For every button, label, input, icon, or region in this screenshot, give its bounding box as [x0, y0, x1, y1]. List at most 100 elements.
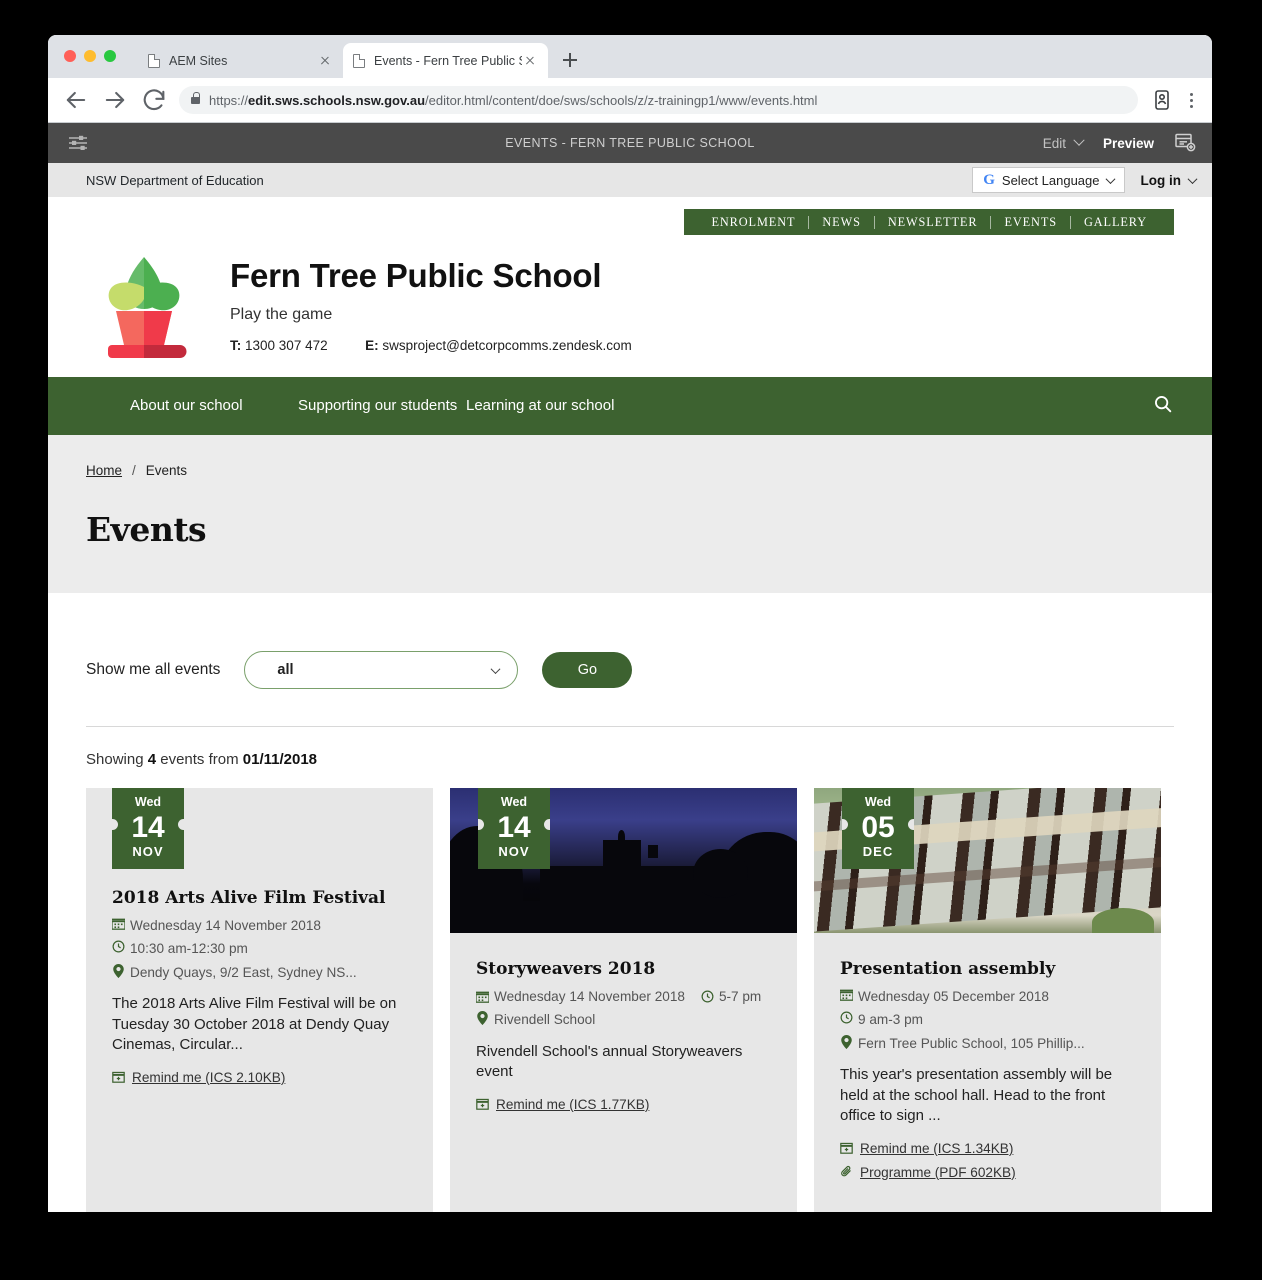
new-tab-button[interactable] [556, 46, 584, 74]
nav-supporting-our-students[interactable]: Supporting our students [298, 397, 466, 414]
nav-learning-at-our-school[interactable]: Learning at our school [466, 397, 634, 414]
profile-icon[interactable] [1150, 88, 1174, 112]
util-nav-enrolment[interactable]: ENROLMENT [698, 215, 808, 230]
results-count: 4 [147, 751, 157, 768]
util-nav-events[interactable]: EVENTS [991, 215, 1070, 230]
language-selector[interactable]: G Select Language [972, 167, 1125, 193]
back-arrow-icon[interactable] [62, 86, 90, 114]
event-title[interactable]: 2018 Arts Alive Film Festival [112, 888, 407, 908]
login-menu[interactable]: Log in [1141, 173, 1198, 188]
event-attachment[interactable]: Remind me (ICS 2.10KB) [112, 1070, 407, 1085]
go-button[interactable]: Go [542, 652, 633, 688]
event-card-body: Storyweavers 2018 Wednesday 14 November … [450, 933, 797, 1136]
school-contact: T: 1300 307 472 E: swsproject@detcorpcom… [230, 338, 632, 353]
badge-notch [178, 819, 184, 830]
event-card[interactable]: Wed 14 NOV Storyweavers 2018 Wednesday 1… [450, 788, 797, 1212]
event-attachment[interactable]: Programme (PDF 602KB) [840, 1165, 1135, 1180]
event-description: Rivendell School's annual Storyweavers e… [476, 1042, 743, 1081]
lock-icon [191, 92, 201, 104]
aem-edit-mode-selector[interactable]: Edit [1042, 134, 1085, 151]
event-time: 9 am-3 pm [858, 1012, 923, 1028]
results-prefix: Showing [86, 751, 144, 768]
search-icon[interactable] [1152, 393, 1174, 420]
forward-arrow-icon[interactable] [101, 86, 129, 114]
events-list: Wed 14 NOV 2018 Arts Alive Film Festival… [86, 788, 1174, 1212]
page-title: Events [86, 510, 207, 549]
department-name: NSW Department of Education [86, 172, 264, 188]
clock-icon [840, 1011, 853, 1025]
address-bar[interactable]: https://edit.sws.schools.nsw.gov.au/edit… [179, 86, 1138, 114]
event-type-select[interactable]: all [244, 651, 519, 689]
event-date-badge: Wed 14 NOV [478, 788, 550, 869]
event-time-group: 5-7 pm [701, 988, 761, 1006]
event-time: 5-7 pm [718, 989, 762, 1004]
nav-about-our-school[interactable]: About our school [130, 397, 298, 414]
clock-icon [112, 940, 125, 954]
aem-page-title: EVENTS - FERN TREE PUBLIC SCHOOL [505, 136, 755, 150]
event-title[interactable]: Presentation assembly [840, 959, 1135, 979]
event-image: Wed 14 NOV [450, 788, 797, 933]
aem-sidebar-toggle[interactable] [48, 134, 108, 152]
calendar-add-icon [476, 1097, 489, 1111]
school-tagline: Play the game [230, 306, 333, 323]
results-summary: Showing 4 events from 01/11/2018 [86, 727, 1174, 788]
utility-nav: ENROLMENT NEWS NEWSLETTER EVENTS GALLERY [684, 209, 1174, 235]
calendar-icon [476, 990, 489, 1004]
window-controls[interactable] [64, 50, 116, 62]
results-date: 01/11/2018 [242, 751, 318, 768]
maximize-window-button[interactable] [104, 50, 116, 62]
breadcrumb-current: Events [145, 463, 188, 478]
aem-toolbar-actions: Edit Preview [1043, 132, 1212, 155]
event-time: 10:30 am-12:30 pm [130, 941, 248, 957]
browser-tab-events[interactable]: Events - Fern Tree Public Scho [343, 43, 548, 78]
util-nav-gallery[interactable]: GALLERY [1071, 215, 1160, 230]
minimize-window-button[interactable] [84, 50, 96, 62]
badge-day: 05 [861, 811, 895, 844]
event-card-body: Presentation assembly Wednesday 05 Decem… [814, 933, 1161, 1204]
event-title[interactable]: Storyweavers 2018 [476, 959, 771, 979]
event-card[interactable]: Wed 05 DEC Presentation assembly Wednesd… [814, 788, 1161, 1212]
page-icon [353, 53, 365, 68]
attachment-link[interactable]: Remind me (ICS 1.77KB) [496, 1097, 649, 1112]
url-domain: edit.sws.schools.nsw.gov.au [248, 92, 426, 108]
event-date-badge: Wed 05 DEC [842, 788, 914, 869]
close-tab-icon[interactable] [317, 53, 333, 69]
util-nav-news[interactable]: NEWS [809, 215, 873, 230]
kebab-menu-icon[interactable] [1180, 92, 1202, 108]
event-attachment[interactable]: Remind me (ICS 1.34KB) [840, 1141, 1135, 1156]
event-card[interactable]: Wed 14 NOV 2018 Arts Alive Film Festival… [86, 788, 433, 1212]
phone-label: T: [230, 338, 242, 353]
event-location-row: Fern Tree Public School, 105 Phillip... [840, 1034, 1135, 1053]
site-branding: Fern Tree Public School Play the game T:… [48, 245, 1212, 377]
chevron-down-icon [490, 663, 501, 674]
map-pin-icon [112, 963, 125, 978]
aem-preview-button[interactable]: Preview [1103, 136, 1154, 151]
aem-page-properties-icon[interactable] [1174, 132, 1196, 155]
event-location-row: Dendy Quays, 9/2 East, Sydney NS... [112, 963, 407, 982]
attachment-link[interactable]: Remind me (ICS 2.10KB) [132, 1070, 285, 1085]
aem-edit-label: Edit [1042, 135, 1066, 151]
badge-day: 14 [497, 811, 531, 844]
tab-title: Events - Fern Tree Public Scho [374, 53, 522, 68]
paperclip-icon [840, 1165, 853, 1179]
browser-window: AEM Sites Events - Fern Tree Public Scho… [48, 35, 1212, 1212]
attachment-link[interactable]: Remind me (ICS 1.34KB) [860, 1141, 1013, 1156]
badge-day-of-week: Wed [134, 795, 162, 809]
breadcrumb-home[interactable]: Home [86, 463, 122, 478]
reload-icon[interactable] [140, 86, 168, 114]
event-location: Dendy Quays, 9/2 East, Sydney NS... [130, 964, 357, 980]
close-window-button[interactable] [64, 50, 76, 62]
browser-tab-aem-sites[interactable]: AEM Sites [138, 43, 343, 78]
util-nav-newsletter[interactable]: NEWSLETTER [875, 215, 991, 230]
breadcrumb: Home / Events [86, 463, 1174, 478]
event-image: Wed 05 DEC [814, 788, 1161, 933]
department-bar-actions: G Select Language Log in [972, 167, 1198, 193]
map-pin-icon [840, 1034, 853, 1049]
chevron-down-icon [1187, 173, 1198, 184]
close-tab-icon[interactable] [522, 53, 538, 69]
event-attachment[interactable]: Remind me (ICS 1.77KB) [476, 1097, 771, 1112]
attachment-link[interactable]: Programme (PDF 602KB) [860, 1165, 1016, 1180]
results-middle: events from [160, 751, 239, 768]
phone-number: 1300 307 472 [245, 338, 328, 353]
badge-month: NOV [132, 844, 164, 860]
